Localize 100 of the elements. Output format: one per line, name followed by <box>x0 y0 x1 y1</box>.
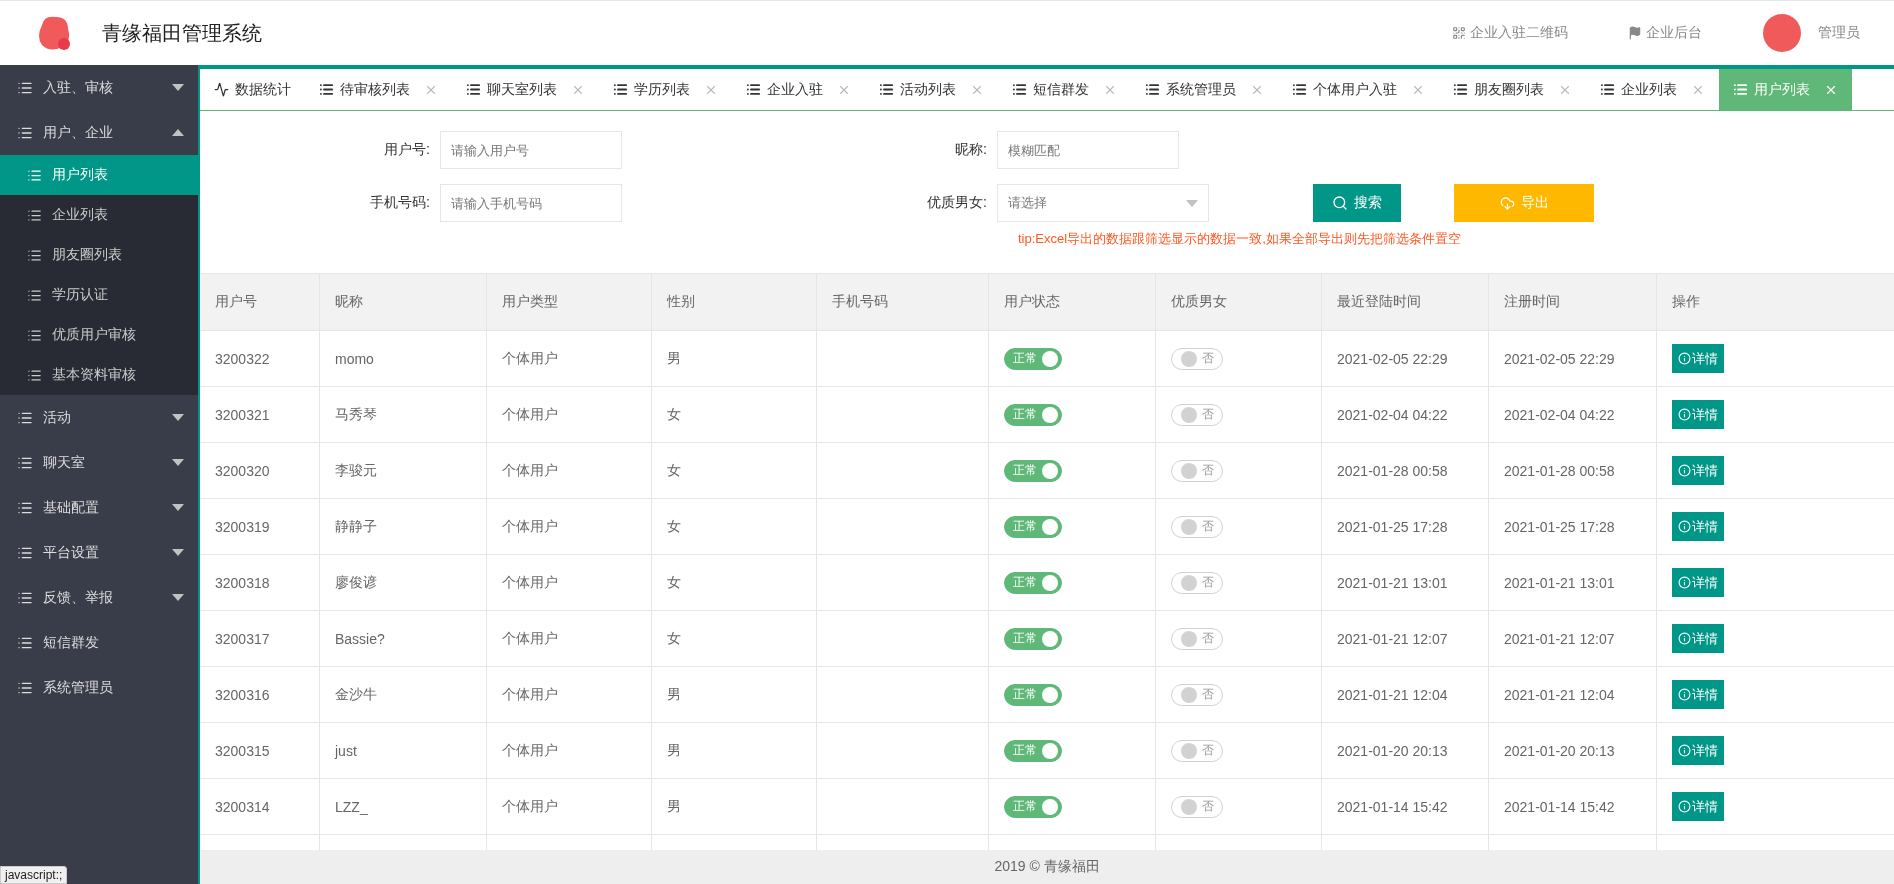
detail-button[interactable]: 详情 <box>1672 456 1724 485</box>
status-switch[interactable]: 正常 <box>1004 795 1062 818</box>
tab[interactable]: 待审核列表 <box>305 69 452 110</box>
premium-switch[interactable]: 否 <box>1171 571 1223 594</box>
input-field[interactable]: 请输入手机号码 <box>440 184 622 222</box>
detail-button[interactable]: 详情 <box>1672 736 1724 765</box>
status-switch[interactable]: 正常 <box>1004 403 1062 426</box>
premium-switch[interactable]: 否 <box>1171 347 1223 370</box>
avatar[interactable] <box>1762 13 1802 53</box>
sidebar-subitem[interactable]: 优质用户审核 <box>0 315 198 355</box>
tab[interactable]: 个体用户入驻 <box>1278 69 1439 110</box>
info-icon <box>1678 800 1691 813</box>
list-icon <box>319 82 334 97</box>
detail-button[interactable]: 详情 <box>1672 568 1724 597</box>
footer-text: 2019 © 青缘福田 <box>200 850 1894 884</box>
status-switch[interactable]: 正常 <box>1004 571 1062 594</box>
status-switch[interactable]: 正常 <box>1004 739 1062 762</box>
table-cell: 2021-01-28 00:58 <box>1489 443 1657 498</box>
table-cell: 个体用户 <box>487 779 652 834</box>
detail-button[interactable]: 详情 <box>1672 344 1724 373</box>
table-cell: 2021-02-05 22:29 <box>1322 331 1489 386</box>
sidebar-subitem[interactable]: 学历认证 <box>0 275 198 315</box>
premium-switch[interactable]: 否 <box>1171 795 1223 818</box>
column-header: 手机号码 <box>817 274 989 330</box>
list-icon <box>1733 82 1748 97</box>
premium-switch[interactable]: 否 <box>1171 683 1223 706</box>
table-cell: 2021-01-21 13:01 <box>1322 555 1489 610</box>
sidebar-item[interactable]: 反馈、举报 <box>0 575 198 620</box>
sidebar-subitem[interactable]: 用户列表 <box>0 155 198 195</box>
table-cell: 3200322 <box>200 331 320 386</box>
field-label: 昵称: <box>954 141 988 159</box>
premium-switch[interactable]: 否 <box>1171 739 1223 762</box>
input-field[interactable]: 模糊匹配 <box>997 131 1179 169</box>
table-cell: 2021-01-25 17:28 <box>1322 499 1489 554</box>
cloud-download-icon <box>1499 195 1515 211</box>
tab[interactable]: 企业列表 <box>1586 69 1719 110</box>
table-cell: 女 <box>652 499 817 554</box>
list-icon <box>1145 82 1160 97</box>
premium-switch[interactable]: 否 <box>1171 459 1223 482</box>
list-icon <box>879 82 894 97</box>
detail-button[interactable]: 详情 <box>1672 400 1724 429</box>
table-cell: 3200315 <box>200 723 320 778</box>
tab[interactable]: 用户列表 <box>1719 69 1852 110</box>
list-icon <box>1600 82 1615 97</box>
premium-switch[interactable]: 否 <box>1171 403 1223 426</box>
sidebar-subitem[interactable]: 基本资料审核 <box>0 355 198 395</box>
tab[interactable]: 朋友圈列表 <box>1439 69 1586 110</box>
sidebar-subitem[interactable]: 朋友圈列表 <box>0 235 198 275</box>
list-icon <box>1453 82 1468 97</box>
input-field[interactable]: 请输入用户号 <box>440 131 622 169</box>
tab[interactable]: 数据统计 <box>200 69 305 110</box>
search-button[interactable]: 搜索 <box>1313 184 1401 222</box>
table-cell: 2021-02-04 04:22 <box>1489 387 1657 442</box>
status-switch[interactable]: 正常 <box>1004 347 1062 370</box>
caret-icon <box>172 504 184 511</box>
table-cell: 个体用户 <box>487 611 652 666</box>
pulse-icon <box>214 82 229 97</box>
table-cell: 2021-01-21 12:07 <box>1489 611 1657 666</box>
app-title: 青缘福田管理系统 <box>102 20 262 46</box>
status-switch[interactable]: 正常 <box>1004 459 1062 482</box>
sidebar-item[interactable]: 用户、企业 <box>0 110 198 155</box>
list-icon <box>27 167 42 183</box>
field-label: 手机号码: <box>369 194 431 212</box>
sidebar-item[interactable]: 入驻、审核 <box>0 65 198 110</box>
caret-icon <box>172 84 184 91</box>
sidebar-item[interactable]: 短信群发 <box>0 620 198 665</box>
caret-icon <box>1186 199 1198 207</box>
tab[interactable]: 聊天室列表 <box>452 69 599 110</box>
detail-button[interactable]: 详情 <box>1672 680 1724 709</box>
status-switch[interactable]: 正常 <box>1004 627 1062 650</box>
sidebar-item[interactable]: 活动 <box>0 395 198 440</box>
tab[interactable]: 系统管理员 <box>1131 69 1278 110</box>
tab[interactable]: 短信群发 <box>998 69 1131 110</box>
info-icon <box>1678 744 1691 757</box>
table-cell: 2021-01-20 20:13 <box>1489 723 1657 778</box>
list-icon <box>27 247 42 263</box>
user-name[interactable]: 管理员 <box>1818 24 1860 42</box>
tab[interactable]: 活动列表 <box>865 69 998 110</box>
table-cell: 个体用户 <box>487 331 652 386</box>
sidebar-item[interactable]: 聊天室 <box>0 440 198 485</box>
sidebar-item[interactable]: 系统管理员 <box>0 665 198 710</box>
sidebar-subitem[interactable]: 企业列表 <box>0 195 198 235</box>
sidebar-item[interactable]: 基础配置 <box>0 485 198 530</box>
detail-button[interactable]: 详情 <box>1672 624 1724 653</box>
header-link[interactable]: 企业后台 <box>1628 24 1702 42</box>
status-switch[interactable]: 正常 <box>1004 683 1062 706</box>
header-link[interactable]: 企业入驻二维码 <box>1452 24 1568 42</box>
detail-button[interactable]: 详情 <box>1672 512 1724 541</box>
caret-icon <box>172 594 184 601</box>
premium-switch[interactable]: 否 <box>1171 515 1223 538</box>
detail-button[interactable]: 详情 <box>1672 792 1724 821</box>
select-field[interactable]: 请选择 <box>997 184 1209 222</box>
info-icon <box>1678 576 1691 589</box>
premium-switch[interactable]: 否 <box>1171 627 1223 650</box>
sidebar-item[interactable]: 平台设置 <box>0 530 198 575</box>
tab[interactable]: 企业入驻 <box>732 69 865 110</box>
tab[interactable]: 学历列表 <box>599 69 732 110</box>
column-header: 用户号 <box>200 274 320 330</box>
status-switch[interactable]: 正常 <box>1004 515 1062 538</box>
table-cell: 3200314 <box>200 779 320 834</box>
